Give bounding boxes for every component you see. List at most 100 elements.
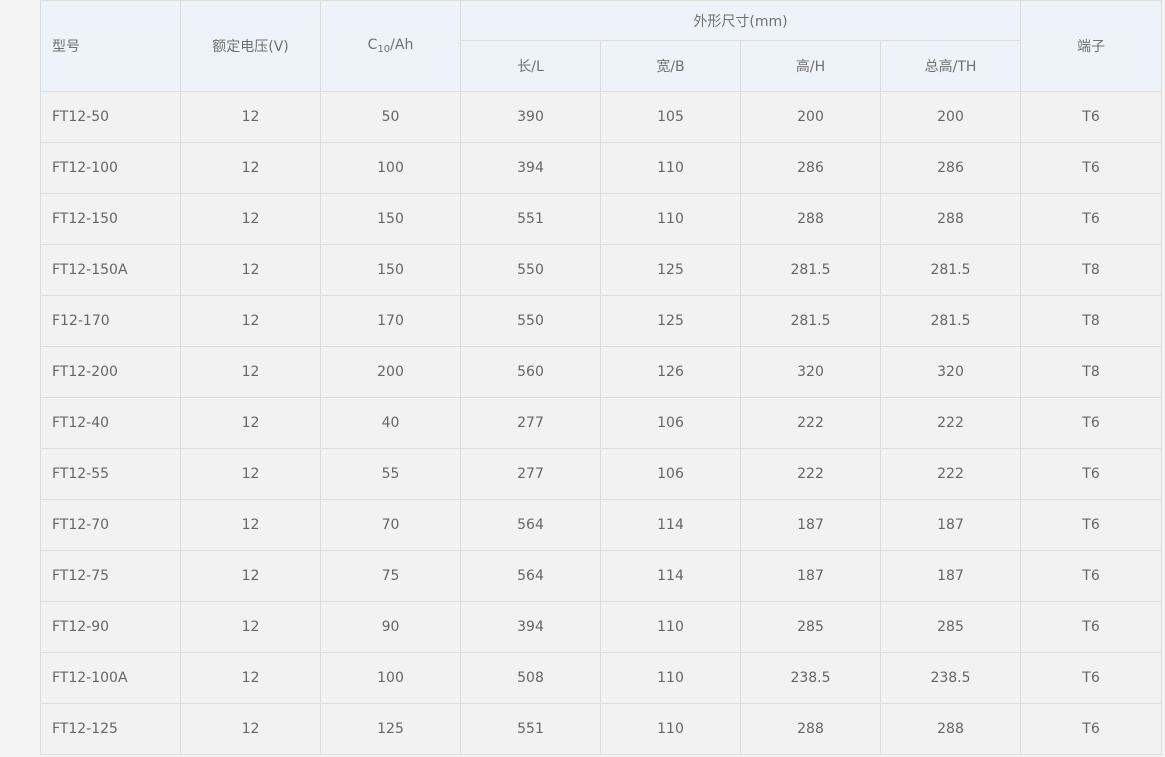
cell-voltage: 12 [180,142,321,194]
table-row: FT12-100A 12 100 508 110 238.5 238.5 T6 [40,652,1163,704]
header-terminal: 端子 [1020,0,1163,92]
header-capacity: C10/Ah [320,0,461,92]
cell-terminal: T6 [1020,142,1163,194]
cell-length: 277 [460,448,601,500]
cell-length: 560 [460,346,601,398]
table-body: FT12-50 12 50 390 105 200 200 T6 FT12-100 12 100 39… [40,91,1163,755]
cell-width: 126 [600,346,741,398]
cell-terminal: T6 [1020,703,1163,755]
battery-specs-table: 型号 额定电压(V) C10/Ah 外形尺寸(mm) 端子 长/L 宽/B 高/… [40,0,1163,755]
table-row: FT12-150A 12 150 550 125 281.5 281.5 T8 [40,244,1163,296]
cell-terminal: T6 [1020,601,1163,653]
cell-voltage: 12 [180,550,321,602]
cell-length: 551 [460,703,601,755]
cell-voltage: 12 [180,601,321,653]
cell-total-height: 281.5 [879,295,1022,347]
cell-voltage: 12 [180,193,321,245]
table-row: FT12-55 12 55 277 106 222 222 T6 [40,448,1163,500]
cell-capacity: 100 [320,652,461,704]
cell-total-height: 238.5 [879,652,1022,704]
header-capacity-subscript: 10 [377,44,391,55]
cell-terminal: T6 [1020,397,1163,449]
cell-model: FT12-75 [40,550,181,602]
cell-capacity: 170 [320,295,461,347]
cell-length: 550 [460,295,601,347]
cell-model: FT12-40 [40,397,181,449]
cell-model: FT12-50 [40,91,181,143]
cell-height: 286 [740,142,881,194]
cell-model: FT12-100A [40,652,181,704]
table-row: FT12-150 12 150 551 110 288 288 T6 [40,193,1163,245]
table-row: FT12-75 12 75 564 114 187 187 T6 [40,550,1163,602]
specs-table-container: 型号 额定电压(V) C10/Ah 外形尺寸(mm) 端子 长/L 宽/B 高/… [40,0,1163,757]
table-header: 型号 额定电压(V) C10/Ah 外形尺寸(mm) 端子 长/L 宽/B 高/… [40,0,1163,92]
header-height: 高/H [740,40,881,92]
cell-model: FT12-100 [40,142,181,194]
cell-terminal: T8 [1020,295,1163,347]
cell-length: 551 [460,193,601,245]
cell-terminal: T6 [1020,91,1163,143]
cell-total-height: 285 [879,601,1022,653]
cell-total-height: 222 [879,397,1022,449]
cell-model: FT12-55 [40,448,181,500]
cell-total-height: 288 [879,193,1022,245]
cell-capacity: 55 [320,448,461,500]
cell-model: FT12-125 [40,703,181,755]
header-model: 型号 [40,0,181,92]
cell-capacity: 100 [320,142,461,194]
header-total-height: 总高/TH [879,40,1022,92]
cell-height: 222 [740,397,881,449]
cell-terminal: T8 [1020,244,1163,296]
table-row: FT12-90 12 90 394 110 285 285 T6 [40,601,1163,653]
cell-height: 281.5 [740,244,881,296]
header-width: 宽/B [600,40,741,92]
cell-total-height: 187 [879,550,1022,602]
cell-capacity: 200 [320,346,461,398]
cell-terminal: T6 [1020,550,1163,602]
cell-model: FT12-70 [40,499,181,551]
cell-total-height: 320 [879,346,1022,398]
cell-capacity: 125 [320,703,461,755]
cell-length: 564 [460,550,601,602]
cell-voltage: 12 [180,397,321,449]
cell-width: 106 [600,448,741,500]
cell-width: 110 [600,601,741,653]
cell-model: F12-170 [40,295,181,347]
cell-width: 110 [600,193,741,245]
table-row: FT12-70 12 70 564 114 187 187 T6 [40,499,1163,551]
cell-width: 114 [600,499,741,551]
cell-model: FT12-200 [40,346,181,398]
cell-height: 200 [740,91,881,143]
cell-total-height: 281.5 [879,244,1022,296]
table-row: FT12-100 12 100 394 110 286 286 T6 [40,142,1163,194]
cell-voltage: 12 [180,499,321,551]
cell-capacity: 150 [320,244,461,296]
cell-height: 288 [740,193,881,245]
header-capacity-suffix: /Ah [390,37,414,53]
cell-voltage: 12 [180,448,321,500]
cell-width: 105 [600,91,741,143]
table-row: FT12-40 12 40 277 106 222 222 T6 [40,397,1163,449]
header-row-top: 型号 额定电压(V) C10/Ah 外形尺寸(mm) 端子 [40,0,1163,92]
cell-model: FT12-150A [40,244,181,296]
cell-length: 394 [460,601,601,653]
cell-voltage: 12 [180,703,321,755]
cell-voltage: 12 [180,295,321,347]
cell-model: FT12-90 [40,601,181,653]
cell-capacity: 75 [320,550,461,602]
cell-height: 187 [740,499,881,551]
cell-terminal: T6 [1020,448,1163,500]
table-row: FT12-200 12 200 560 126 320 320 T8 [40,346,1163,398]
cell-total-height: 286 [879,142,1022,194]
cell-height: 288 [740,703,881,755]
table-row: FT12-50 12 50 390 105 200 200 T6 [40,91,1163,143]
header-voltage: 额定电压(V) [180,0,321,92]
cell-length: 394 [460,142,601,194]
table-row: FT12-125 12 125 551 110 288 288 T6 [40,703,1163,755]
cell-total-height: 187 [879,499,1022,551]
cell-terminal: T6 [1020,499,1163,551]
cell-voltage: 12 [180,652,321,704]
cell-length: 508 [460,652,601,704]
cell-width: 110 [600,703,741,755]
cell-capacity: 40 [320,397,461,449]
